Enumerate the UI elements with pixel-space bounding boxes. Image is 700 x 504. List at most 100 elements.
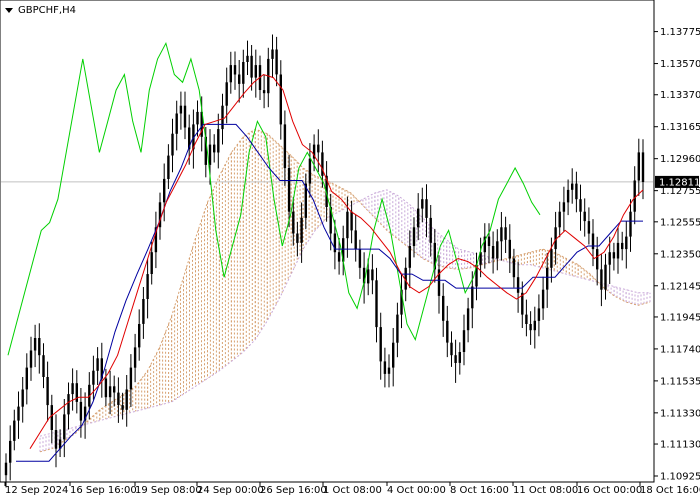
chart-menu-icon[interactable] [5, 8, 13, 13]
x-tick-label: 19 Sep 08:00 [135, 485, 202, 496]
candle-body [579, 199, 582, 212]
candle-body [242, 62, 245, 84]
candle-body [537, 308, 541, 321]
candle-body [629, 211, 632, 237]
candle-body [163, 178, 166, 203]
candle-body [150, 252, 153, 274]
candle-body [512, 258, 516, 278]
candle-body [71, 383, 74, 395]
candle-body [63, 414, 66, 440]
candle-body [471, 286, 474, 309]
candle-body [238, 74, 241, 84]
x-tick-label: 18 Oct 16:00 [640, 485, 700, 496]
candle-body [54, 430, 58, 449]
candle-body [371, 269, 374, 281]
candle-body [367, 269, 370, 284]
candle-body [9, 440, 12, 463]
candle-body [504, 227, 507, 240]
y-tick-label: 1.13775 [660, 27, 700, 38]
x-tick-label: 12 Sep 2024 [5, 485, 68, 496]
candle-body [417, 208, 420, 228]
candle-body [550, 249, 553, 268]
current-price-label: 1.12811 [659, 177, 700, 188]
candle-body [96, 358, 99, 371]
candle-body [125, 389, 128, 410]
candle-body [596, 249, 599, 270]
candle-body [379, 327, 382, 362]
candle-body [287, 168, 291, 212]
chart-title: GBPCHF,H4 [18, 5, 76, 16]
candle-body [300, 217, 303, 243]
candle-body [275, 49, 278, 75]
candle-body [225, 82, 228, 106]
candle-body [487, 236, 491, 246]
candle-body [396, 314, 399, 343]
x-tick-label: 11 Oct 08:00 [513, 485, 578, 496]
y-tick-label: 1.12960 [660, 154, 700, 165]
candle-body [383, 361, 387, 374]
chart-svg: 1.137751.135701.133701.131651.129601.127… [0, 0, 700, 496]
candle-body [450, 342, 453, 356]
candle-body [604, 264, 607, 290]
y-tick-label: 1.12555 [660, 217, 700, 228]
y-tick-label: 1.11535 [660, 376, 700, 387]
y-tick-label: 1.11740 [660, 344, 700, 355]
candle-body [412, 227, 416, 246]
candle-body [233, 65, 237, 75]
candle-body [408, 246, 411, 268]
candle-body [292, 211, 295, 234]
y-tick-label: 1.13370 [660, 90, 700, 101]
candle-body [600, 269, 603, 290]
candle-body [375, 280, 378, 328]
candle-body [421, 199, 424, 209]
y-tick-label: 1.11330 [660, 408, 700, 419]
candle-body [392, 342, 395, 368]
candle-body [587, 221, 591, 234]
x-axis: 12 Sep 2024 16 Sep 16:0019 Sep 08:0024 Se… [4, 482, 700, 496]
candle-body [262, 90, 266, 94]
candle-body [79, 401, 83, 421]
x-tick-label: 4 Oct 00:00 [387, 485, 446, 496]
candle-body [196, 111, 199, 125]
candle-body [529, 324, 532, 331]
candle-body [250, 55, 253, 78]
candle-body [508, 239, 511, 259]
candle-body [67, 394, 70, 415]
y-tick-label: 1.13165 [660, 122, 700, 133]
candle-body [254, 65, 257, 78]
candle-body [113, 386, 116, 393]
candle-body [221, 105, 224, 130]
candle-body [621, 242, 624, 250]
candle-body [346, 211, 349, 239]
y-tick-label: 1.12350 [660, 249, 700, 260]
x-tick-label: 8 Oct 16:00 [450, 485, 509, 496]
candle-body [208, 144, 212, 165]
y-tick-label: 1.10925 [660, 472, 700, 483]
candle-body [29, 350, 33, 368]
candle-body [641, 152, 645, 182]
candle-body [491, 246, 495, 259]
candle-body [462, 330, 466, 352]
candle-body [117, 392, 120, 406]
candle-body [637, 152, 640, 181]
candle-body [516, 277, 520, 293]
y-tick-label: 1.13570 [660, 59, 700, 70]
candle-body [13, 420, 16, 441]
candle-body [17, 406, 20, 421]
candle-body [46, 377, 49, 406]
x-tick-label: 24 Sep 00:00 [197, 485, 264, 496]
candle-body [616, 242, 620, 259]
chart: 1.13775 1.13570 1.13370 1.13165 1.12960 1.127… [0, 0, 700, 500]
candle-body [575, 183, 578, 200]
candle-body [442, 295, 445, 321]
candle-body [562, 202, 566, 212]
x-tick-label: 26 Sep 16:00 [260, 485, 327, 496]
candle-body [429, 217, 432, 243]
candle-body [167, 155, 170, 179]
candle-body [271, 49, 274, 59]
x-tick-label: 1 Oct 08:00 [323, 485, 382, 496]
candle-body [546, 267, 549, 290]
candle-body [466, 308, 470, 331]
candle-body [175, 113, 178, 134]
y-axis: 1.137751.135701.133701.131651.129601.127… [654, 27, 700, 483]
